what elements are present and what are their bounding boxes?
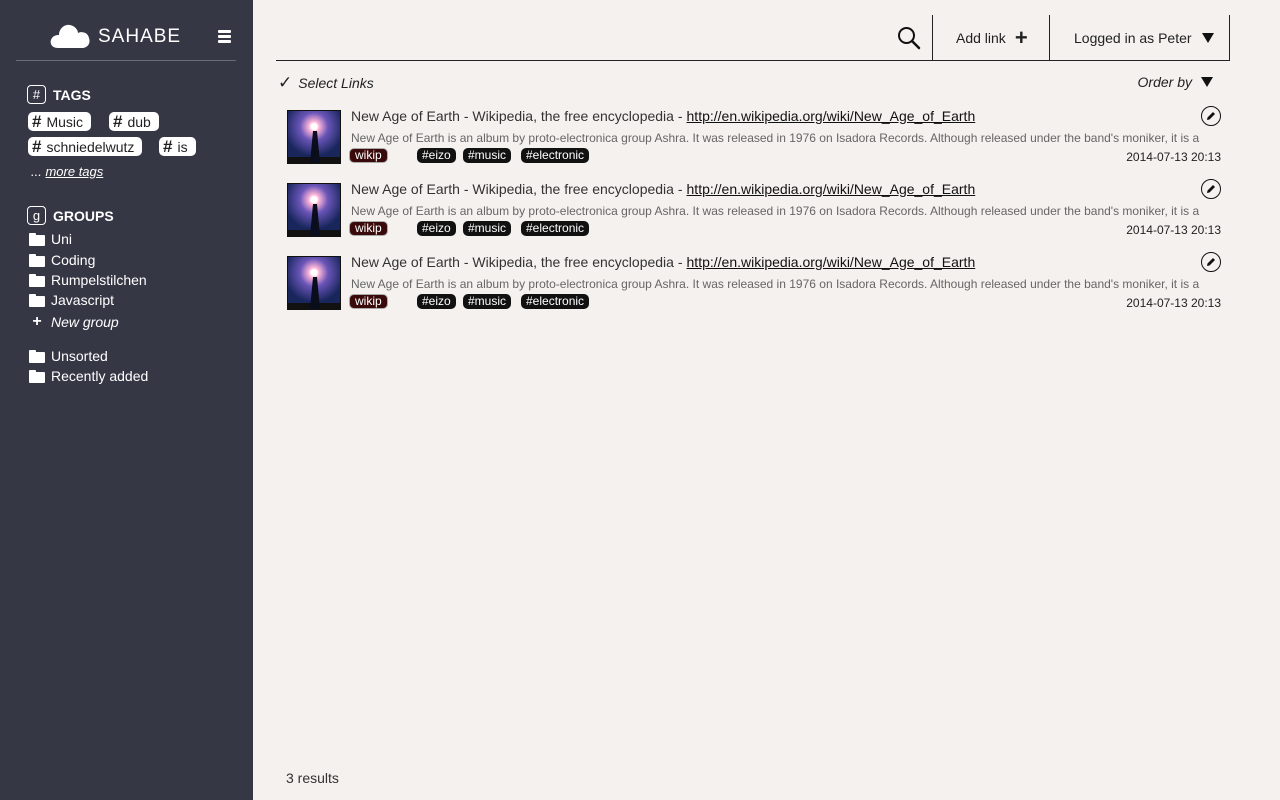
caret-down-icon bbox=[1201, 77, 1213, 87]
link-description: New Age of Earth is an album by proto-el… bbox=[351, 204, 1200, 218]
folder-icon bbox=[29, 273, 45, 287]
group-label: Javascript bbox=[51, 292, 115, 308]
order-by-dropdown[interactable]: Order by bbox=[1138, 74, 1213, 90]
link-date: 2014-07-13 20:13 bbox=[1126, 150, 1221, 164]
link-title: New Age of Earth - Wikipedia, the free e… bbox=[351, 254, 683, 270]
link-tag[interactable]: #music bbox=[463, 221, 512, 236]
link-url[interactable]: http://en.wikipedia.org/wiki/New_Age_of_… bbox=[687, 181, 976, 197]
link-tag[interactable]: #eizo bbox=[417, 221, 456, 236]
sidebar-group-recently-added[interactable]: Recently added bbox=[29, 368, 148, 384]
source-badge[interactable]: wikip bbox=[349, 221, 388, 236]
plus-icon: + bbox=[32, 313, 42, 330]
link-row[interactable]: New Age of Earth - Wikipedia, the free e… bbox=[287, 252, 1227, 312]
link-title-line: New Age of Earth - Wikipedia, the free e… bbox=[351, 108, 975, 124]
link-url[interactable]: http://en.wikipedia.org/wiki/New_Age_of_… bbox=[687, 254, 976, 270]
sidebar-group-rumpelstilchen[interactable]: Rumpelstilchen bbox=[29, 272, 147, 288]
pencil-icon[interactable] bbox=[1201, 179, 1221, 199]
plus-icon: + bbox=[1014, 25, 1028, 50]
link-date: 2014-07-13 20:13 bbox=[1126, 296, 1221, 310]
sidebar-tag-music[interactable]: # Music bbox=[28, 111, 92, 131]
add-link-label: Add link bbox=[956, 30, 1006, 46]
sidebar-group-unsorted[interactable]: Unsorted bbox=[29, 348, 108, 364]
link-date: 2014-07-13 20:13 bbox=[1126, 223, 1221, 237]
link-title-line: New Age of Earth - Wikipedia, the free e… bbox=[351, 181, 975, 197]
group-label: Rumpelstilchen bbox=[51, 272, 147, 288]
groups-heading: g GROUPS bbox=[27, 206, 114, 225]
link-thumbnail[interactable] bbox=[287, 110, 341, 164]
link-tag[interactable]: #eizo bbox=[417, 148, 456, 163]
sidebar: SAHABE # TAGS # Music # dub # schniedelwutz… bbox=[0, 0, 253, 800]
tags-heading: # TAGS bbox=[27, 85, 91, 104]
select-links-label: Select Links bbox=[298, 75, 374, 91]
link-row[interactable]: New Age of Earth - Wikipedia, the free e… bbox=[287, 179, 1227, 239]
folder-icon bbox=[29, 293, 45, 307]
tags-heading-label: TAGS bbox=[53, 86, 91, 103]
hashtag-icon: # bbox=[113, 111, 123, 131]
new-group-button[interactable]: + New group bbox=[29, 313, 119, 331]
hamburger-icon[interactable] bbox=[218, 30, 231, 44]
brand-name: SAHABE bbox=[98, 26, 182, 47]
folder-icon bbox=[29, 253, 45, 267]
folder-icon bbox=[29, 232, 45, 246]
more-tags-prefix: ... bbox=[31, 164, 42, 179]
sidebar-group-uni[interactable]: Uni bbox=[29, 231, 72, 247]
source-badge[interactable]: wikip bbox=[349, 148, 388, 163]
link-title-line: New Age of Earth - Wikipedia, the free e… bbox=[351, 254, 975, 270]
folder-icon bbox=[29, 369, 45, 383]
link-tag[interactable]: #electronic bbox=[521, 294, 590, 309]
cloud-icon bbox=[50, 24, 90, 48]
group-icon: g bbox=[27, 206, 46, 225]
link-tag[interactable]: #music bbox=[463, 294, 512, 309]
brand-header: SAHABE bbox=[16, 0, 236, 61]
search-icon[interactable] bbox=[896, 25, 922, 51]
link-thumbnail[interactable] bbox=[287, 256, 341, 310]
results-count: 3 results bbox=[286, 770, 339, 786]
pencil-icon[interactable] bbox=[1201, 252, 1221, 272]
sidebar-tag-label: Music bbox=[46, 113, 84, 130]
link-title: New Age of Earth - Wikipedia, the free e… bbox=[351, 181, 683, 197]
more-tags: ... more tags bbox=[31, 164, 103, 179]
sidebar-tag-label: dub bbox=[127, 113, 151, 130]
link-tag[interactable]: #electronic bbox=[521, 148, 590, 163]
group-label: Coding bbox=[51, 252, 96, 268]
new-group-label: New group bbox=[51, 314, 119, 330]
link-thumbnail[interactable] bbox=[287, 183, 341, 237]
more-tags-link[interactable]: more tags bbox=[45, 164, 103, 179]
group-label: Recently added bbox=[51, 368, 149, 384]
link-tag[interactable]: #electronic bbox=[521, 221, 590, 236]
user-menu[interactable]: Logged in as Peter bbox=[1050, 15, 1230, 61]
hashtag-icon: # bbox=[163, 136, 173, 156]
folder-icon bbox=[29, 349, 45, 363]
hashtag-icon: # bbox=[27, 85, 46, 104]
sidebar-tag-label: schniedelwutz bbox=[46, 138, 135, 155]
link-tag[interactable]: #eizo bbox=[417, 294, 456, 309]
top-bar: Add link + Logged in as Peter bbox=[276, 15, 1230, 61]
groups-heading-label: GROUPS bbox=[53, 207, 114, 224]
sidebar-tag-is[interactable]: # is bbox=[159, 137, 196, 156]
group-label: Unsorted bbox=[51, 348, 108, 364]
link-description: New Age of Earth is an album by proto-el… bbox=[351, 277, 1200, 291]
link-title: New Age of Earth - Wikipedia, the free e… bbox=[351, 108, 683, 124]
sidebar-tag-dub[interactable]: # dub bbox=[109, 112, 159, 131]
sidebar-group-coding[interactable]: Coding bbox=[29, 252, 95, 268]
link-url[interactable]: http://en.wikipedia.org/wiki/New_Age_of_… bbox=[687, 108, 976, 124]
hashtag-icon: # bbox=[32, 136, 42, 156]
user-label: Logged in as Peter bbox=[1074, 30, 1192, 46]
group-label: Uni bbox=[51, 231, 73, 247]
sidebar-tag-schniedelwutz[interactable]: # schniedelwutz bbox=[28, 136, 143, 156]
link-description: New Age of Earth is an album by proto-el… bbox=[351, 131, 1200, 145]
select-links-button[interactable]: ✓ Select Links bbox=[278, 73, 374, 93]
list-toolbar: ✓ Select Links Order by bbox=[278, 73, 1218, 93]
pencil-icon[interactable] bbox=[1201, 106, 1221, 126]
hashtag-icon: # bbox=[32, 111, 42, 131]
order-by-label: Order by bbox=[1137, 74, 1192, 90]
sidebar-group-javascript[interactable]: Javascript bbox=[29, 292, 114, 308]
checkmark-icon: ✓ bbox=[278, 73, 293, 92]
link-row[interactable]: New Age of Earth - Wikipedia, the free e… bbox=[287, 106, 1227, 166]
sidebar-tag-label: is bbox=[177, 138, 188, 155]
caret-down-icon bbox=[1201, 33, 1214, 43]
link-tag[interactable]: #music bbox=[463, 148, 512, 163]
source-badge[interactable]: wikip bbox=[349, 294, 388, 309]
add-link-button[interactable]: Add link + bbox=[933, 15, 1049, 61]
